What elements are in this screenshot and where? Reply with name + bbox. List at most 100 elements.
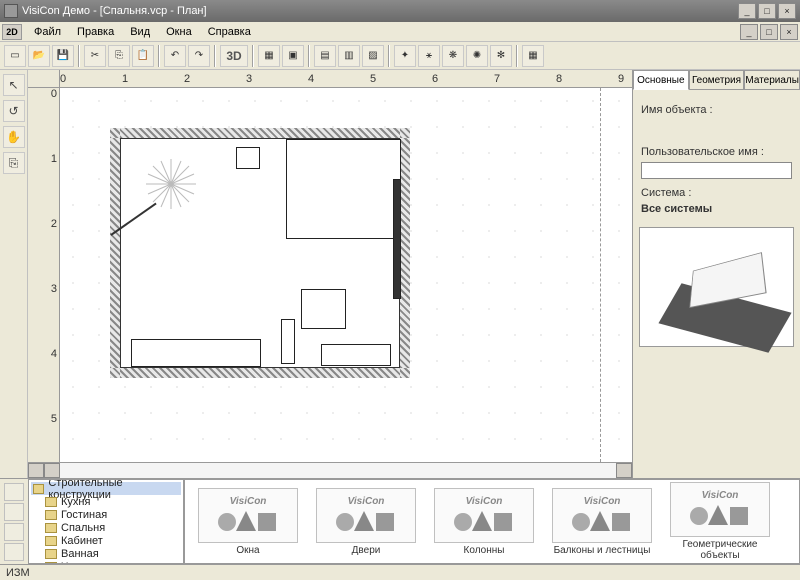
menu-file[interactable]: Файл <box>26 24 69 40</box>
catalog-panel: VisiCon Окна VisiCon Двери VisiCon Колон… <box>184 479 800 564</box>
objectname-label: Имя объекта : <box>641 104 792 116</box>
tree-node[interactable]: Кабинет <box>31 534 181 547</box>
tree-node[interactable]: Ванная <box>31 547 181 560</box>
cut-button[interactable]: ✂ <box>84 45 106 67</box>
3d-preview[interactable] <box>639 227 794 347</box>
ruler-vertical: 0 1 2 3 4 5 <box>28 88 60 462</box>
close-button[interactable]: × <box>778 3 796 19</box>
separator <box>158 45 160 67</box>
catalog-item[interactable]: VisiCon Окна <box>193 488 303 556</box>
copy-button[interactable]: ⎘ <box>108 45 130 67</box>
catalog-item[interactable]: VisiCon Геометрические объекты <box>665 482 775 561</box>
statusbar: ИЗМ <box>0 564 800 580</box>
menu-edit[interactable]: Правка <box>69 24 122 40</box>
tool-button[interactable]: ▣ <box>282 45 304 67</box>
tab-geometry[interactable]: Геометрия <box>689 70 745 90</box>
catalog-item[interactable]: VisiCon Колонны <box>429 488 539 556</box>
menu-view[interactable]: Вид <box>122 24 158 40</box>
tool-button[interactable]: ✻ <box>490 45 512 67</box>
save-button[interactable]: 💾 <box>52 45 74 67</box>
folder-icon <box>45 523 57 533</box>
scroll-right-button[interactable] <box>616 463 632 478</box>
panel-tool-button[interactable] <box>4 543 24 561</box>
scrollbar-horizontal[interactable] <box>28 462 632 478</box>
folder-icon <box>45 562 57 565</box>
tab-materials[interactable]: Материалы <box>744 70 800 90</box>
tree-node[interactable]: Холл <box>31 560 181 564</box>
tool-button[interactable]: ▥ <box>338 45 360 67</box>
system-value: Все системы <box>641 203 792 215</box>
tool-button[interactable]: ▦ <box>258 45 280 67</box>
scroll-left-button[interactable] <box>28 463 44 478</box>
folder-icon <box>45 549 57 559</box>
tree-node[interactable]: Спальня <box>31 521 181 534</box>
mdi-minimize-button[interactable]: _ <box>740 24 758 40</box>
tree-node-root[interactable]: Строительные конструкции <box>31 482 181 495</box>
grid-button[interactable]: ▦ <box>522 45 544 67</box>
titlebar: VisiCon Демо - [Спальня.vcp - План] _ □ … <box>0 0 800 22</box>
mirror-tool[interactable]: ⎘ <box>3 152 25 174</box>
catalog-item[interactable]: VisiCon Двери <box>311 488 421 556</box>
app-icon <box>4 4 18 18</box>
bottom-panel: Строительные конструкции Кухня Гостиная … <box>0 478 800 564</box>
furniture-item[interactable] <box>236 147 260 169</box>
room-plan[interactable] <box>110 128 410 378</box>
mode-2d-badge[interactable]: 2D <box>2 24 22 40</box>
ruler-horizontal: 0 1 2 3 4 5 6 7 8 9 <box>28 70 632 88</box>
chair-item[interactable] <box>301 289 346 329</box>
tool-button[interactable]: ✺ <box>466 45 488 67</box>
undo-button[interactable]: ↶ <box>164 45 186 67</box>
folder-icon <box>45 497 57 507</box>
system-label: Система : <box>641 187 792 199</box>
open-button[interactable]: 📂 <box>28 45 50 67</box>
mdi-close-button[interactable]: × <box>780 24 798 40</box>
scroll-left-button[interactable] <box>44 463 60 478</box>
minimize-button[interactable]: _ <box>738 3 756 19</box>
bottom-toolbox <box>0 479 28 564</box>
separator <box>214 45 216 67</box>
desk-item[interactable] <box>321 344 391 366</box>
menubar: 2D Файл Правка Вид Окна Справка _ □ × <box>0 22 800 42</box>
tree-node[interactable]: Гостиная <box>31 508 181 521</box>
tool-button[interactable]: ▤ <box>314 45 336 67</box>
panel-tool-button[interactable] <box>4 483 24 501</box>
tool-button[interactable]: ✦ <box>394 45 416 67</box>
mdi-maximize-button[interactable]: □ <box>760 24 778 40</box>
tool-button[interactable]: ❋ <box>442 45 464 67</box>
redo-button[interactable]: ↷ <box>188 45 210 67</box>
3d-button[interactable]: 3D <box>220 45 248 67</box>
panel-tool-button[interactable] <box>4 503 24 521</box>
separator <box>252 45 254 67</box>
menu-help[interactable]: Справка <box>200 24 259 40</box>
wardrobe-item[interactable] <box>131 339 261 367</box>
drawing-canvas[interactable] <box>60 88 632 462</box>
bed-item[interactable] <box>286 139 401 239</box>
menu-windows[interactable]: Окна <box>158 24 200 40</box>
panel-tool-button[interactable] <box>4 523 24 541</box>
maximize-button[interactable]: □ <box>758 3 776 19</box>
tool-button[interactable]: ⚹ <box>418 45 440 67</box>
left-toolbox: ↖ ↺ ✋ ⎘ <box>0 70 28 478</box>
pan-tool[interactable]: ✋ <box>3 126 25 148</box>
username-input[interactable] <box>641 162 792 179</box>
properties-panel: Основные Геометрия Материалы Имя объекта… <box>632 70 800 478</box>
catalog-item[interactable]: VisiCon Балконы и лестницы <box>547 488 657 556</box>
paste-button[interactable]: 📋 <box>132 45 154 67</box>
new-button[interactable]: ▭ <box>4 45 26 67</box>
folder-icon <box>33 484 44 494</box>
separator <box>516 45 518 67</box>
toolbar: ▭ 📂 💾 ✂ ⎘ 📋 ↶ ↷ 3D ▦ ▣ ▤ ▥ ▨ ✦ ⚹ ❋ ✺ ✻ ▦ <box>0 42 800 70</box>
tool-button[interactable]: ▨ <box>362 45 384 67</box>
window-item[interactable] <box>393 179 401 299</box>
furniture-item[interactable] <box>281 319 295 364</box>
library-tree[interactable]: Строительные конструкции Кухня Гостиная … <box>28 479 184 564</box>
separator <box>388 45 390 67</box>
rotate-tool[interactable]: ↺ <box>3 100 25 122</box>
separator <box>308 45 310 67</box>
folder-icon <box>45 510 57 520</box>
pointer-tool[interactable]: ↖ <box>3 74 25 96</box>
username-label: Пользовательское имя : <box>641 146 792 158</box>
window-title: VisiCon Демо - [Спальня.vcp - План] <box>22 5 738 17</box>
status-mode: ИЗМ <box>6 567 30 579</box>
tab-main[interactable]: Основные <box>633 70 689 90</box>
